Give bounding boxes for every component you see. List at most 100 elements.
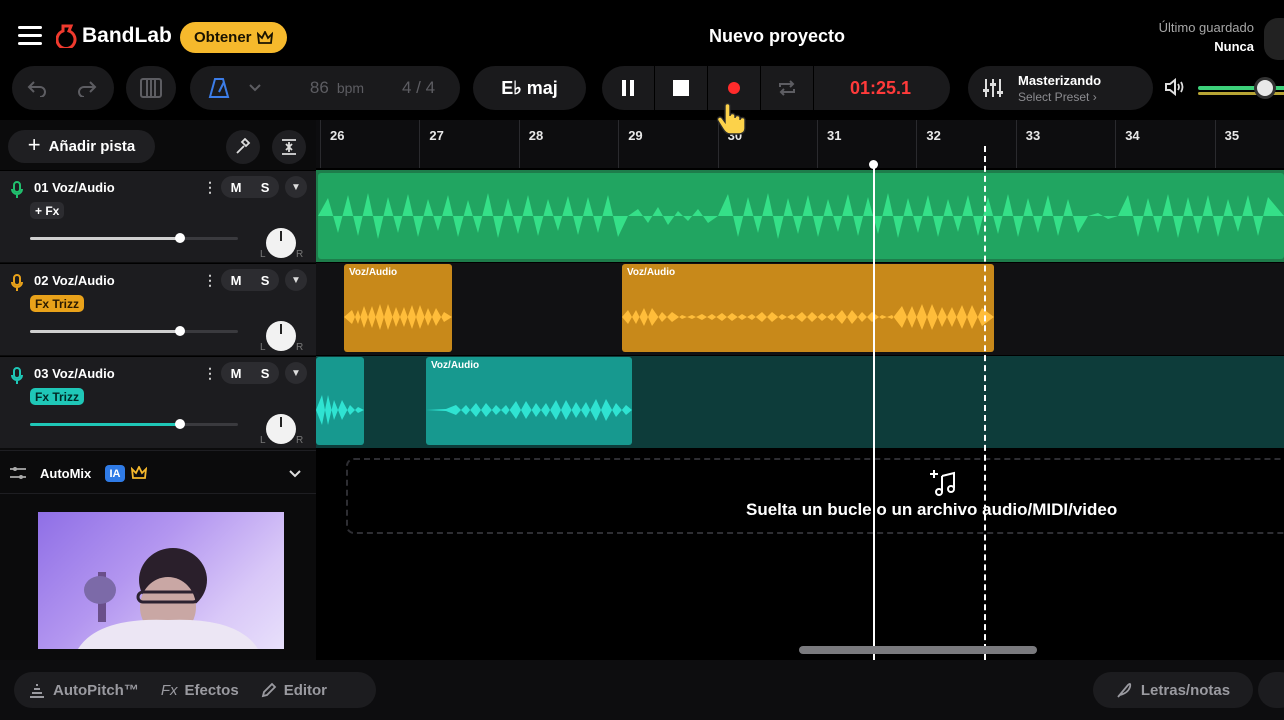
project-title[interactable]: Nuevo proyecto (642, 26, 912, 47)
audio-clip[interactable]: Voz/Audio (426, 357, 632, 445)
solo-button[interactable]: S (261, 180, 270, 195)
save-status-value: Nunca (1214, 39, 1254, 54)
pan-right-label: R (296, 342, 304, 353)
track-lane-1[interactable] (316, 170, 1284, 262)
volume-fader[interactable] (30, 326, 238, 336)
metronome-button[interactable] (190, 77, 248, 99)
solo-button[interactable]: S (261, 273, 270, 288)
share-button[interactable] (1264, 18, 1284, 60)
track-name[interactable]: 01 Voz/Audio (34, 180, 115, 195)
track-lane-2[interactable]: Voz/Audio Voz/Audio (316, 263, 1284, 355)
hand-cursor-icon (716, 102, 746, 135)
editor-label: Editor (283, 681, 328, 699)
automix-row[interactable]: AutoMix IA (0, 450, 316, 494)
webcam-overlay (38, 512, 284, 649)
bar-ruler[interactable]: 26 27 28 29 30 31 32 33 34 35 (316, 120, 1284, 168)
mixer-sliders-icon (968, 77, 1018, 99)
lyrics-label: Letras/notas (1140, 681, 1231, 699)
master-volume[interactable] (1164, 77, 1284, 99)
tuner-button[interactable] (226, 130, 260, 164)
mastering-button[interactable]: Masterizando Select Preset › (968, 66, 1153, 110)
fit-tracks-button[interactable] (272, 130, 306, 164)
autopitch-button[interactable]: AutoPitch™ (14, 681, 150, 699)
more-options-icon[interactable]: ⋮ (203, 365, 217, 382)
mute-button[interactable]: M (231, 273, 242, 288)
timeline-area[interactable]: 26 27 28 29 30 31 32 33 34 35 Voz/Audio Voz/Audio (316, 120, 1284, 660)
track-name[interactable]: 02 Voz/Audio (34, 273, 115, 288)
track-name[interactable]: 03 Voz/Audio (34, 366, 115, 381)
lyrics-notes-button[interactable]: Letras/notas (1093, 672, 1253, 708)
add-track-button[interactable]: + Añadir pista (8, 130, 155, 163)
undo-button[interactable] (12, 66, 62, 110)
pan-knob[interactable] (266, 414, 296, 444)
audio-clip[interactable] (316, 357, 364, 445)
effects-button[interactable]: Fx Efectos (150, 682, 250, 699)
fx-preset-badge[interactable]: Fx Trizz (30, 295, 85, 312)
piano-icon (140, 78, 162, 98)
volume-slider-knob[interactable] (1254, 77, 1276, 99)
audio-clip[interactable] (318, 173, 1284, 259)
editor-button[interactable]: Editor (250, 682, 338, 699)
obtener-button[interactable]: Obtener (180, 22, 287, 53)
key-button[interactable]: E♭ maj (473, 66, 586, 110)
volume-knob[interactable] (174, 419, 185, 429)
audio-clip[interactable]: Voz/Audio (622, 264, 994, 352)
more-options-icon[interactable]: ⋮ (203, 272, 217, 289)
volume-knob[interactable] (174, 233, 185, 243)
playhead[interactable] (873, 164, 875, 660)
tuning-fork-icon (236, 138, 251, 154)
volume-fader[interactable] (30, 419, 238, 429)
track-header-3[interactable]: 03 Voz/Audio ⋮ M S ▼ Fx Trizz L R (0, 356, 316, 448)
ia-badge: IA (105, 465, 125, 482)
clip-label: Voz/Audio (627, 267, 676, 278)
track-header-1[interactable]: 01 Voz/Audio ⋮ M S ▼ + Fx L R (0, 170, 316, 262)
pencil-icon (261, 682, 276, 698)
mastering-preset-label: Select Preset (1018, 89, 1090, 104)
loop-button[interactable] (761, 66, 813, 110)
redo-button[interactable] (62, 66, 112, 110)
keyboard-button[interactable] (126, 66, 176, 110)
volume-fader[interactable] (30, 233, 238, 243)
volume-fill (30, 330, 180, 333)
bandlab-logo-icon (56, 24, 77, 48)
more-options-icon[interactable]: ⋮ (203, 179, 217, 196)
metronome-dropdown-chevron-icon[interactable] (248, 80, 272, 96)
menu-icon[interactable] (18, 26, 42, 46)
chevron-down-icon[interactable]: ▼ (285, 269, 307, 291)
bandlab-logo[interactable]: BandLab (56, 24, 172, 48)
pause-button[interactable] (602, 66, 654, 110)
pan-left-label: L (260, 249, 266, 260)
loop-marker[interactable] (984, 146, 986, 660)
microphone-icon (11, 181, 23, 198)
time-signature-field[interactable]: 4 / 4 (402, 78, 456, 98)
pause-icon (622, 80, 634, 96)
drop-zone[interactable] (346, 458, 1284, 534)
effects-label: Efectos (184, 681, 239, 699)
person-image (78, 548, 258, 649)
stop-button[interactable] (655, 66, 707, 110)
chevron-down-icon[interactable] (288, 469, 302, 479)
record-icon (728, 82, 740, 94)
pan-knob[interactable] (266, 321, 296, 351)
add-fx-button[interactable]: + Fx (30, 202, 65, 219)
waveform (344, 304, 452, 330)
autopitch-icon (30, 684, 44, 698)
fx-preset-badge[interactable]: Fx Trizz (30, 388, 85, 405)
solo-button[interactable]: S (261, 366, 270, 381)
clip-label: Voz/Audio (431, 360, 480, 371)
volume-knob[interactable] (174, 326, 185, 336)
chevron-down-icon[interactable]: ▼ (285, 176, 307, 198)
horizontal-scrollbar[interactable] (799, 646, 1037, 654)
extra-tool-button[interactable] (1258, 672, 1284, 708)
time-display: 01:25.1 (850, 77, 912, 98)
pan-knob[interactable] (266, 228, 296, 258)
track-lane-3[interactable]: Voz/Audio (316, 356, 1284, 448)
toolbar: 86 bpm 4 / 4 E♭ maj 01:25.1 Masterizando … (0, 64, 1284, 112)
mute-button[interactable]: M (231, 180, 242, 195)
bpm-field[interactable]: 86 bpm (272, 78, 402, 98)
track-header-2[interactable]: 02 Voz/Audio ⋮ M S ▼ Fx Trizz L R (0, 263, 316, 355)
playhead-handle[interactable] (869, 160, 878, 169)
chevron-down-icon[interactable]: ▼ (285, 362, 307, 384)
audio-clip[interactable]: Voz/Audio (344, 264, 452, 352)
mute-button[interactable]: M (231, 366, 242, 381)
